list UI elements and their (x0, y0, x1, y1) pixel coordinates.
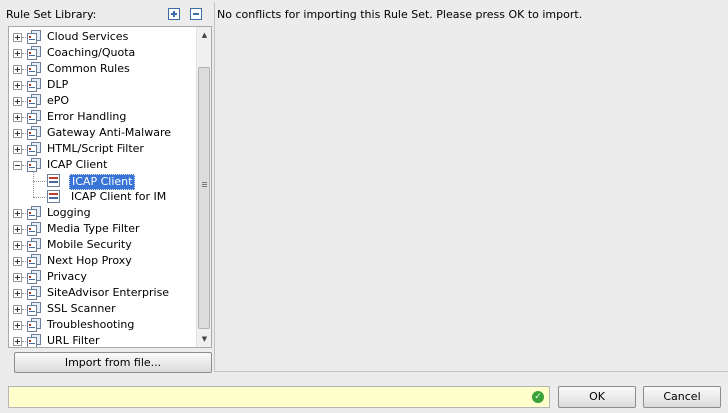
tree-folder-row[interactable]: URL Filter (9, 333, 197, 347)
expand-icon[interactable] (13, 289, 22, 298)
scroll-down-icon[interactable]: ▼ (197, 331, 211, 347)
tree-folder-label: Error Handling (47, 110, 127, 123)
rule-set-folder-icon (27, 254, 41, 268)
rule-set-folder-icon (27, 206, 41, 220)
tree-folder-row[interactable]: Gateway Anti-Malware (9, 125, 197, 141)
tree-folder-label: Next Hop Proxy (47, 254, 132, 267)
collapse-all-icon[interactable] (190, 8, 202, 20)
rule-set-folder-icon (27, 78, 41, 92)
expand-icon[interactable] (13, 65, 22, 74)
rule-set-folder-icon (27, 94, 41, 108)
tree-scrollbar[interactable]: ▲ ▼ (196, 27, 211, 347)
expand-icon[interactable] (13, 321, 22, 330)
rule-set-folder-icon (27, 110, 41, 124)
message-panel: No conflicts for importing this Rule Set… (214, 2, 728, 372)
tree-folder-row[interactable]: HTML/Script Filter (9, 141, 197, 157)
expand-icon[interactable] (13, 209, 22, 218)
tree-folder-row[interactable]: DLP (9, 77, 197, 93)
tree-folder-label: Logging (47, 206, 91, 219)
tree-folder-row[interactable]: Troubleshooting (9, 317, 197, 333)
ok-button[interactable]: OK (558, 386, 636, 408)
expand-icon[interactable] (13, 49, 22, 58)
expand-icon[interactable] (13, 129, 22, 138)
tree-folder-row[interactable]: Error Handling (9, 109, 197, 125)
tree-folder-label: DLP (47, 78, 69, 91)
tree-folder-label: ICAP Client (47, 158, 108, 171)
tree-folder-label: SSL Scanner (47, 302, 116, 315)
tree-folder-label: SiteAdvisor Enterprise (47, 286, 170, 299)
tree-folder-label: HTML/Script Filter (47, 142, 144, 155)
rule-set-folder-icon (27, 62, 41, 76)
expand-icon[interactable] (13, 273, 22, 282)
rule-set-icon (47, 174, 60, 187)
rule-set-folder-icon (27, 318, 41, 332)
expand-icon[interactable] (13, 225, 22, 234)
tree-folder-label: Cloud Services (47, 30, 129, 43)
tree-folder-label: Media Type Filter (47, 222, 140, 235)
rule-set-library-panel: Rule Set Library: Cloud Services Coaching… (4, 2, 212, 374)
cancel-button[interactable]: Cancel (643, 386, 721, 408)
tree-folder-label: Gateway Anti-Malware (47, 126, 171, 139)
rule-set-folder-icon (27, 142, 41, 156)
import-message: No conflicts for importing this Rule Set… (217, 8, 583, 21)
expand-icon[interactable] (13, 97, 22, 106)
expand-icon[interactable] (13, 305, 22, 314)
tree-folder-row[interactable]: SiteAdvisor Enterprise (9, 285, 197, 301)
tree-folder-row[interactable]: SSL Scanner (9, 301, 197, 317)
tree-folder-row[interactable]: ICAP Client (9, 157, 197, 173)
tree-folder-row[interactable]: Privacy (9, 269, 197, 285)
rule-set-folder-icon (27, 30, 41, 44)
import-from-file-button[interactable]: Import from file... (14, 352, 212, 373)
expand-icon[interactable] (13, 337, 22, 346)
tree-folder-row[interactable]: ePO (9, 93, 197, 109)
expand-all-icon[interactable] (168, 8, 180, 20)
expand-icon[interactable] (13, 113, 22, 122)
tree-folder-row[interactable]: Mobile Security (9, 237, 197, 253)
rule-set-folder-icon (27, 158, 41, 172)
collapse-icon[interactable] (13, 161, 22, 170)
tree-folder-row[interactable]: Logging (9, 205, 197, 221)
tree-folder-label: Troubleshooting (47, 318, 135, 331)
rule-set-tree[interactable]: Cloud Services Coaching/Quota Common Rules… (8, 26, 212, 348)
tree-folder-label: Privacy (47, 270, 87, 283)
rule-set-folder-icon (27, 334, 41, 347)
expand-icon[interactable] (13, 257, 22, 266)
tree-rule-set-label: ICAP Client (69, 174, 136, 190)
expand-icon[interactable] (13, 33, 22, 42)
tree-folder-label: Coaching/Quota (47, 46, 136, 59)
expand-icon[interactable] (13, 241, 22, 250)
rule-set-folder-icon (27, 302, 41, 316)
library-header: Rule Set Library: (4, 2, 212, 26)
library-title: Rule Set Library: (6, 8, 97, 21)
rule-set-folder-icon (27, 126, 41, 140)
tree-rule-set-label: ICAP Client for IM (71, 190, 167, 203)
tree-folder-row[interactable]: Common Rules (9, 61, 197, 77)
expand-icon[interactable] (13, 81, 22, 90)
tree-folder-label: Common Rules (47, 62, 130, 75)
scroll-thumb[interactable] (198, 67, 210, 329)
tree-list: Cloud Services Coaching/Quota Common Rules… (9, 29, 197, 347)
rule-set-folder-icon (27, 222, 41, 236)
tree-folder-label: ePO (47, 94, 70, 107)
tree-folder-label: Mobile Security (47, 238, 132, 251)
expand-icon[interactable] (13, 145, 22, 154)
rule-set-folder-icon (27, 238, 41, 252)
tree-folder-row[interactable]: Cloud Services (9, 29, 197, 45)
tree-folder-row[interactable]: Media Type Filter (9, 221, 197, 237)
scroll-up-icon[interactable]: ▲ (197, 27, 211, 43)
rule-set-folder-icon (27, 270, 41, 284)
tree-folder-row[interactable]: Next Hop Proxy (9, 253, 197, 269)
rule-set-folder-icon (27, 286, 41, 300)
tree-folder-row[interactable]: Coaching/Quota (9, 45, 197, 61)
status-field: ✓ (8, 386, 550, 408)
tree-folder-label: URL Filter (47, 334, 100, 347)
tree-rule-set-row[interactable]: ICAP Client (9, 173, 197, 190)
rule-set-icon (47, 190, 60, 203)
check-circle-icon: ✓ (532, 391, 544, 403)
rule-set-folder-icon (27, 46, 41, 60)
tree-rule-set-row[interactable]: ICAP Client for IM (9, 189, 197, 205)
